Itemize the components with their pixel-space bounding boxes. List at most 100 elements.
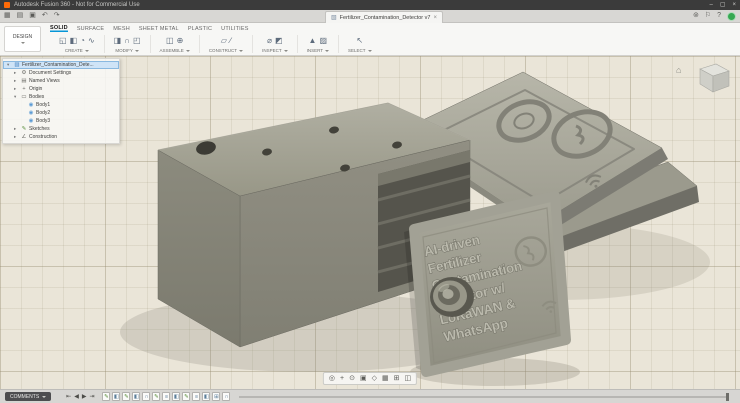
avatar[interactable] (727, 12, 736, 21)
minimize-button[interactable]: – (709, 0, 712, 10)
sweep-icon[interactable]: ∿ (88, 35, 95, 47)
offset-plane-icon[interactable]: ▱ (221, 35, 227, 47)
timeline-sketch-feature[interactable]: ✎ (182, 392, 190, 401)
tab-utilities[interactable]: UTILITIES (221, 26, 248, 32)
help-icon[interactable]: ? (717, 10, 721, 22)
decal-icon[interactable]: ▨ (319, 35, 327, 47)
caret-icon[interactable]: ▸ (14, 134, 19, 140)
browser-item-document-settings[interactable]: ▸ ⚙ Document Settings (3, 69, 119, 77)
redo-icon[interactable]: ↷ (54, 10, 60, 22)
document-tab[interactable]: ▧ Fertilizer_Contamination_Detector v7 × (325, 11, 443, 23)
new-design-icon[interactable]: ◱ (59, 35, 67, 47)
caret-icon[interactable]: ▸ (14, 70, 19, 76)
home-icon[interactable]: ⌂ (676, 65, 681, 75)
browser-item-root[interactable]: ▾ ▧ Fertilizer_Contamination_Dete... (3, 61, 119, 69)
tab-solid[interactable]: SOLID (50, 25, 68, 32)
create-menu[interactable]: CREATE (65, 48, 89, 53)
axis-icon[interactable]: ∕ (230, 35, 231, 47)
timeline-emboss-feature[interactable]: ≡ (192, 392, 200, 401)
browser-item-construction[interactable]: ▸ ∠ Construction (3, 133, 119, 141)
timeline-extrude-feature[interactable]: ◧ (202, 392, 210, 401)
browser-item-body1[interactable]: ◉ Body1 (3, 101, 119, 109)
step-back-button[interactable]: ◀ (74, 391, 79, 403)
caret-icon[interactable]: ▾ (14, 94, 19, 100)
play-button[interactable]: ▶ (82, 391, 87, 403)
view-cube[interactable] (700, 64, 729, 92)
caret-icon[interactable]: ▸ (14, 78, 19, 84)
tab-sheet-metal[interactable]: SHEET METAL (139, 26, 179, 32)
joint-icon[interactable]: ⊕ (177, 35, 184, 47)
construct-menu[interactable]: CONSTRUCT (209, 48, 243, 53)
hose-barb-fitting[interactable] (430, 277, 474, 317)
timeline-track[interactable] (239, 396, 729, 398)
viewport[interactable]: AI-driven Fertilizer Contamination Detec… (0, 56, 740, 403)
extrude-icon[interactable]: ◧ (70, 35, 78, 47)
display-settings-icon[interactable]: ▦ (382, 374, 389, 383)
look-at-icon[interactable]: ◇ (372, 374, 377, 383)
inspect-menu[interactable]: INSPECT (262, 48, 288, 53)
caret-icon[interactable]: ▸ (14, 86, 19, 92)
timeline-fillet-feature[interactable]: ∩ (222, 392, 230, 401)
visibility-eye-icon[interactable]: ◉ (28, 110, 34, 116)
select-icon[interactable]: ↖ (356, 35, 363, 47)
grid-settings-icon[interactable]: ⊞ (394, 374, 400, 383)
comments-panel-toggle[interactable]: COMMENTS (5, 392, 51, 401)
browser-item-named-views[interactable]: ▸ ▤ Named Views (3, 77, 119, 85)
timeline-extrude-feature[interactable]: ◧ (112, 392, 120, 401)
view-cube-area[interactable]: ⌂ (674, 60, 732, 102)
press-pull-icon[interactable]: ◨ (114, 35, 122, 47)
revolve-icon[interactable]: ◔ (80, 35, 85, 47)
browser-item-body2[interactable]: ◉ Body2 (3, 109, 119, 117)
model-face-plate[interactable]: AI-driven Fertilizer Contamination Detec… (404, 196, 566, 372)
data-panel-icon[interactable]: ▦ (4, 10, 11, 22)
assemble-menu[interactable]: ASSEMBLE (160, 48, 190, 53)
visibility-eye-icon[interactable]: ◉ (28, 102, 34, 108)
maximize-button[interactable]: ▢ (720, 0, 726, 10)
chevron-down-icon (284, 50, 288, 52)
undo-icon[interactable]: ↶ (42, 10, 48, 22)
insert-mesh-icon[interactable]: ▲ (309, 35, 317, 47)
tab-surface[interactable]: SURFACE (77, 26, 104, 32)
timeline-combine-feature[interactable]: ⊞ (212, 392, 220, 401)
timeline-sketch-feature[interactable]: ✎ (122, 392, 130, 401)
browser-item-origin[interactable]: ▸ + Origin (3, 85, 119, 93)
browser-item-bodies[interactable]: ▾ ▭ Bodies (3, 93, 119, 101)
timeline-marker[interactable] (726, 393, 729, 401)
timeline-sketch-feature[interactable]: ✎ (102, 392, 110, 401)
new-component-icon[interactable]: ◫ (166, 35, 174, 47)
zoom-icon[interactable]: ⊙ (349, 374, 355, 383)
insert-menu[interactable]: INSERT (307, 48, 329, 53)
go-to-end-button[interactable]: ⇥ (89, 391, 94, 403)
section-analysis-icon[interactable]: ◩ (275, 35, 283, 47)
notifications-icon[interactable]: ⚐ (705, 10, 711, 22)
timeline-emboss-feature[interactable]: ≡ (162, 392, 170, 401)
save-icon[interactable]: ▣ (29, 10, 36, 22)
modify-menu[interactable]: MODIFY (115, 48, 139, 53)
visibility-eye-icon[interactable]: ◉ (28, 118, 34, 124)
shell-icon[interactable]: ◰ (133, 35, 141, 47)
workspace-selector[interactable]: DESIGN (4, 26, 41, 52)
file-menu-icon[interactable]: ▤ (17, 10, 24, 22)
fit-icon[interactable]: ▣ (360, 374, 367, 383)
browser-item-sketches[interactable]: ▸ ✎ Sketches (3, 125, 119, 133)
close-button[interactable]: × (732, 0, 736, 10)
tab-plastic[interactable]: PLASTIC (188, 26, 212, 32)
caret-icon[interactable]: ▾ (7, 62, 12, 68)
timeline-extrude-feature[interactable]: ◧ (172, 392, 180, 401)
viewports-icon[interactable]: ◫ (404, 374, 411, 383)
browser-item-label: Sketches (29, 126, 50, 132)
pan-icon[interactable]: + (340, 374, 344, 383)
measure-icon[interactable]: ⌀ (267, 35, 272, 47)
caret-icon[interactable]: ▸ (14, 126, 19, 132)
tab-mesh[interactable]: MESH (113, 26, 130, 32)
browser-item-body3[interactable]: ◉ Body3 (3, 117, 119, 125)
orbit-icon[interactable]: ◎ (329, 374, 335, 383)
select-menu[interactable]: SELECT (348, 48, 372, 53)
go-to-start-button[interactable]: ⇤ (66, 391, 71, 403)
timeline-fillet-feature[interactable]: ∩ (142, 392, 150, 401)
close-tab-icon[interactable]: × (433, 15, 437, 21)
fillet-icon[interactable]: ∩ (124, 35, 130, 47)
job-status-icon[interactable]: ⊚ (693, 10, 699, 22)
timeline-extrude-feature[interactable]: ◧ (132, 392, 140, 401)
timeline-sketch-feature[interactable]: ✎ (152, 392, 160, 401)
